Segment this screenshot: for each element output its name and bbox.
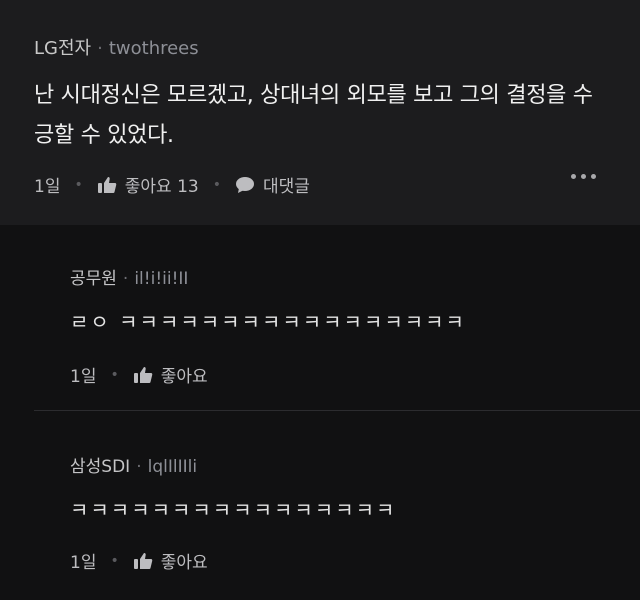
post-time: 1일: [34, 177, 61, 197]
reply-nickname[interactable]: lqlIlIIli: [148, 457, 197, 477]
reply-time: 1일: [70, 367, 97, 387]
thumbs-up-icon[interactable]: [133, 552, 153, 570]
post-card: LG전자 · twothrees 난 시대정신은 모르겠고, 상대녀의 외모를 보고…: [0, 0, 640, 225]
header-separator: ·: [97, 38, 103, 59]
meta-dot: •: [212, 176, 221, 193]
post-header: LG전자 · twothrees: [34, 38, 199, 60]
reply-header: 삼성SDI · lqlIlIIli: [70, 452, 197, 477]
reply-time: 1일: [70, 553, 97, 573]
reply-actions: 1일 • 좋아요: [70, 548, 208, 573]
header-separator: ·: [122, 269, 129, 289]
post-nickname[interactable]: twothrees: [109, 38, 199, 59]
reply-button[interactable]: 대댓글: [263, 172, 310, 197]
reply-body: ㅋㅋㅋㅋㅋㅋㅋㅋㅋㅋㅋㅋㅋㅋㅋㅋ: [70, 498, 397, 522]
meta-dot: •: [74, 176, 83, 193]
reply-header: 공무원 · il!i!ii!II: [70, 264, 188, 289]
post-like-count: 13: [177, 177, 199, 197]
more-horizontal-icon[interactable]: [571, 174, 596, 179]
meta-dot: •: [110, 366, 119, 383]
speech-bubble-icon[interactable]: [235, 176, 255, 194]
reply-actions: 1일 • 좋아요: [70, 362, 208, 387]
post-body: 난 시대정신은 모르겠고, 상대녀의 외모를 보고 그의 결정을 수긍할 수 있…: [34, 83, 593, 148]
thumbs-up-icon[interactable]: [97, 176, 117, 194]
header-separator: ·: [136, 457, 142, 477]
reply-author[interactable]: 삼성SDI: [70, 457, 130, 477]
reply-like-button[interactable]: 좋아요: [161, 362, 208, 387]
meta-dot: •: [110, 552, 119, 569]
reply-divider: [34, 410, 640, 411]
reply-author[interactable]: 공무원: [70, 269, 117, 289]
reply-like-button[interactable]: 좋아요: [161, 548, 208, 573]
post-like-button[interactable]: 좋아요 13: [125, 172, 199, 197]
reply-body: ㄹㅇ ㅋㅋㅋㅋㅋㅋㅋㅋㅋㅋㅋㅋㅋㅋㅋㅋㅋ: [70, 310, 466, 334]
post-actions: 1일 • 좋아요 13 • 대댓글: [34, 172, 310, 197]
thumbs-up-icon[interactable]: [133, 366, 153, 384]
post-like-label: 좋아요: [124, 177, 172, 197]
post-author[interactable]: LG전자: [34, 38, 91, 59]
reply-nickname[interactable]: il!i!ii!II: [134, 269, 188, 289]
